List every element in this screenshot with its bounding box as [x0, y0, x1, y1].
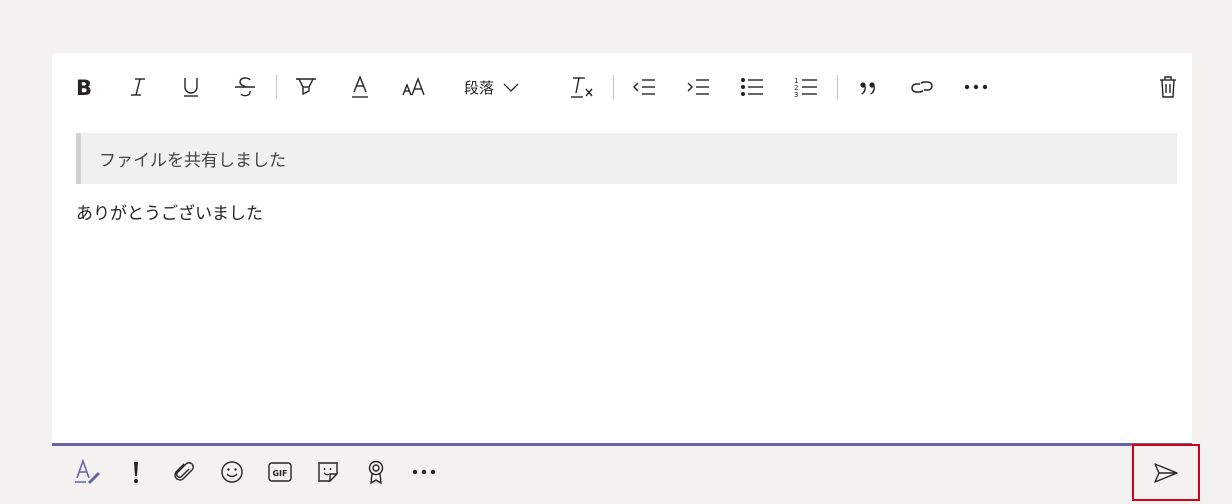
- chevron-down-icon: [503, 83, 519, 92]
- more-options-icon[interactable]: [960, 71, 992, 103]
- gif-label: GIF: [272, 469, 287, 478]
- attach-icon[interactable]: [168, 456, 200, 488]
- svg-text:B: B: [76, 76, 92, 98]
- strikethrough-icon[interactable]: [229, 71, 261, 103]
- increase-indent-icon[interactable]: [682, 71, 714, 103]
- svg-text:3: 3: [794, 91, 798, 99]
- quoted-message: ファイルを共有しました: [76, 133, 1177, 184]
- toolbar-separator: [276, 75, 277, 99]
- message-body[interactable]: ありがとうございました: [76, 199, 263, 224]
- clear-formatting-icon[interactable]: [566, 71, 598, 103]
- bulleted-list-icon[interactable]: [736, 71, 768, 103]
- paragraph-dropdown[interactable]: 段落: [464, 71, 520, 103]
- decrease-indent-icon[interactable]: [628, 71, 660, 103]
- font-color-icon[interactable]: [344, 71, 376, 103]
- delete-icon[interactable]: [1152, 71, 1184, 103]
- font-size-icon[interactable]: [398, 71, 430, 103]
- more-icon[interactable]: [408, 456, 440, 488]
- send-icon: [1154, 462, 1178, 483]
- link-icon[interactable]: [906, 71, 938, 103]
- toolbar-separator: [613, 75, 614, 99]
- message-composer: B 段落 1 2 3 ファイルを共有しました ありがとうございました: [52, 53, 1192, 446]
- italic-icon[interactable]: [122, 71, 154, 103]
- numbered-list-icon[interactable]: 123: [790, 71, 822, 103]
- praise-icon[interactable]: [360, 456, 392, 488]
- compose-actions-bar: GIF: [52, 446, 1192, 498]
- formatting-toolbar: B 段落 1 2 3: [52, 53, 1192, 121]
- emoji-icon[interactable]: [216, 456, 248, 488]
- format-icon[interactable]: [72, 456, 104, 488]
- quote-icon[interactable]: [852, 71, 884, 103]
- bold-icon[interactable]: B: [68, 71, 100, 103]
- highlight-icon[interactable]: [290, 71, 322, 103]
- sticker-icon[interactable]: [312, 456, 344, 488]
- important-icon[interactable]: [120, 456, 152, 488]
- underline-icon[interactable]: [175, 71, 207, 103]
- send-button[interactable]: [1132, 444, 1200, 501]
- quoted-text: ファイルを共有しました: [99, 151, 286, 171]
- gif-icon[interactable]: GIF: [264, 456, 296, 488]
- toolbar-separator: [837, 75, 838, 99]
- paragraph-label: 段落: [464, 78, 495, 97]
